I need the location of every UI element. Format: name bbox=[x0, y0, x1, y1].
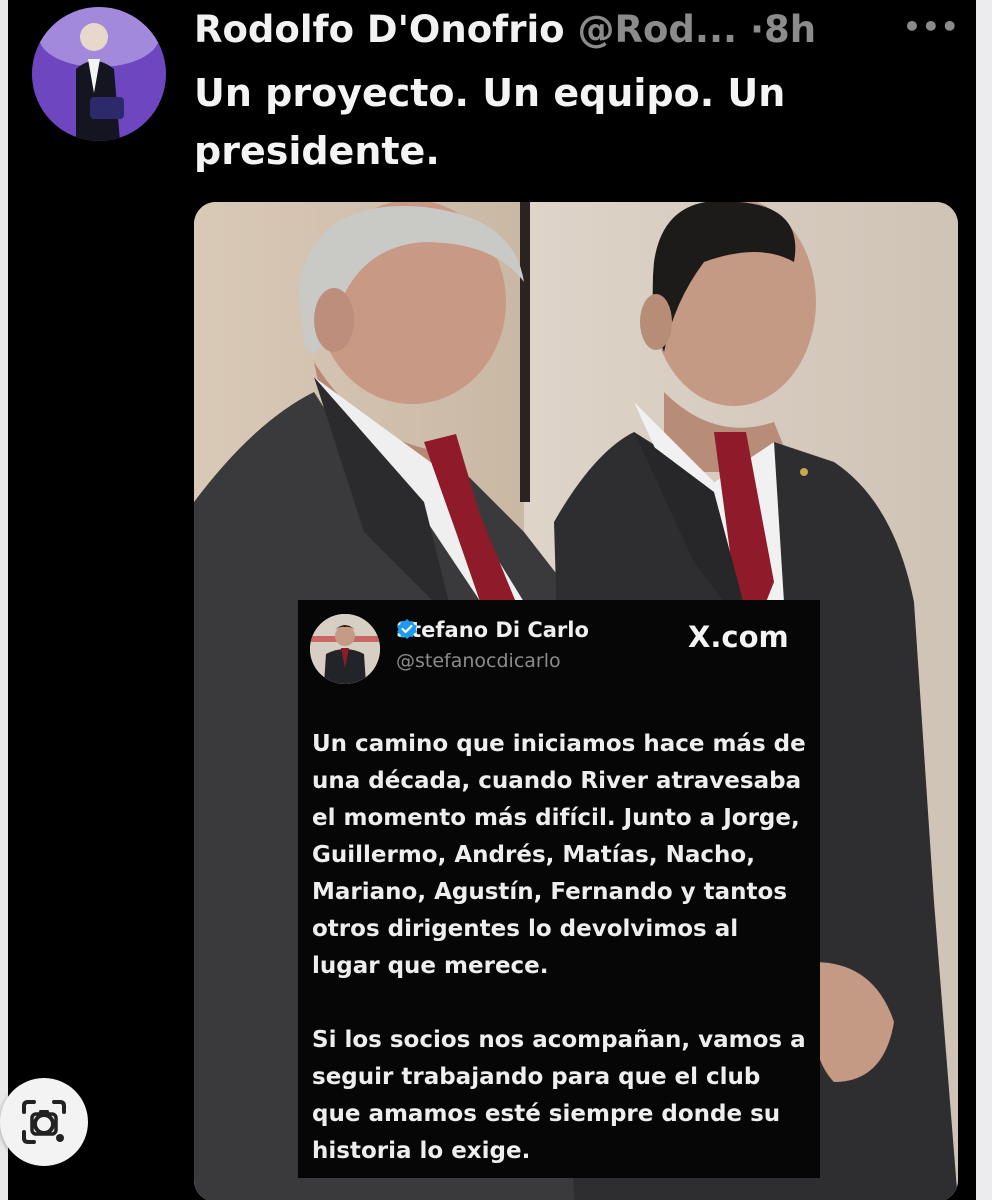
lens-camera-icon[interactable] bbox=[0, 1078, 88, 1166]
embedded-paragraph: Si los socios nos acompañan, vamos a seg… bbox=[312, 1027, 806, 1164]
embedded-author-avatar[interactable] bbox=[310, 614, 380, 684]
embedded-paragraph: Un camino que iniciamos hace más de una … bbox=[312, 731, 806, 979]
embedded-source-label: X.com bbox=[688, 620, 789, 654]
tweet-photo[interactable]: Stefano Di Carlo @stefanocdicarlo X.com … bbox=[194, 202, 958, 1200]
more-horizontal-icon[interactable]: ••• bbox=[903, 10, 960, 43]
embedded-tweet[interactable]: Stefano Di Carlo @stefanocdicarlo X.com … bbox=[298, 600, 820, 1178]
embedded-tweet-body: Un camino que iniciamos hace más de una … bbox=[312, 726, 812, 1200]
tweet-card[interactable]: Rodolfo D'Onofrio @Rod... ·8h ••• Un pro… bbox=[8, 0, 976, 1200]
screenshot-frame: Rodolfo D'Onofrio @Rod... ·8h ••• Un pro… bbox=[0, 0, 992, 1200]
embedded-author-name[interactable]: Stefano Di Carlo bbox=[396, 618, 589, 642]
author-handle[interactable]: @Rod... bbox=[578, 8, 738, 51]
author-line: Rodolfo D'Onofrio @Rod... ·8h bbox=[194, 8, 816, 52]
tweet-text: Un proyecto. Un equipo. Un presidente. bbox=[194, 71, 786, 173]
tweet-time[interactable]: 8h bbox=[764, 8, 816, 51]
verified-badge-icon bbox=[397, 619, 617, 641]
separator-dot: · bbox=[749, 8, 765, 51]
author-avatar[interactable] bbox=[32, 7, 166, 141]
author-name[interactable]: Rodolfo D'Onofrio bbox=[194, 8, 565, 51]
embedded-author-handle[interactable]: @stefanocdicarlo bbox=[396, 650, 561, 672]
embedded-author-line: Stefano Di Carlo bbox=[396, 618, 617, 642]
side-gutter bbox=[976, 0, 992, 1200]
